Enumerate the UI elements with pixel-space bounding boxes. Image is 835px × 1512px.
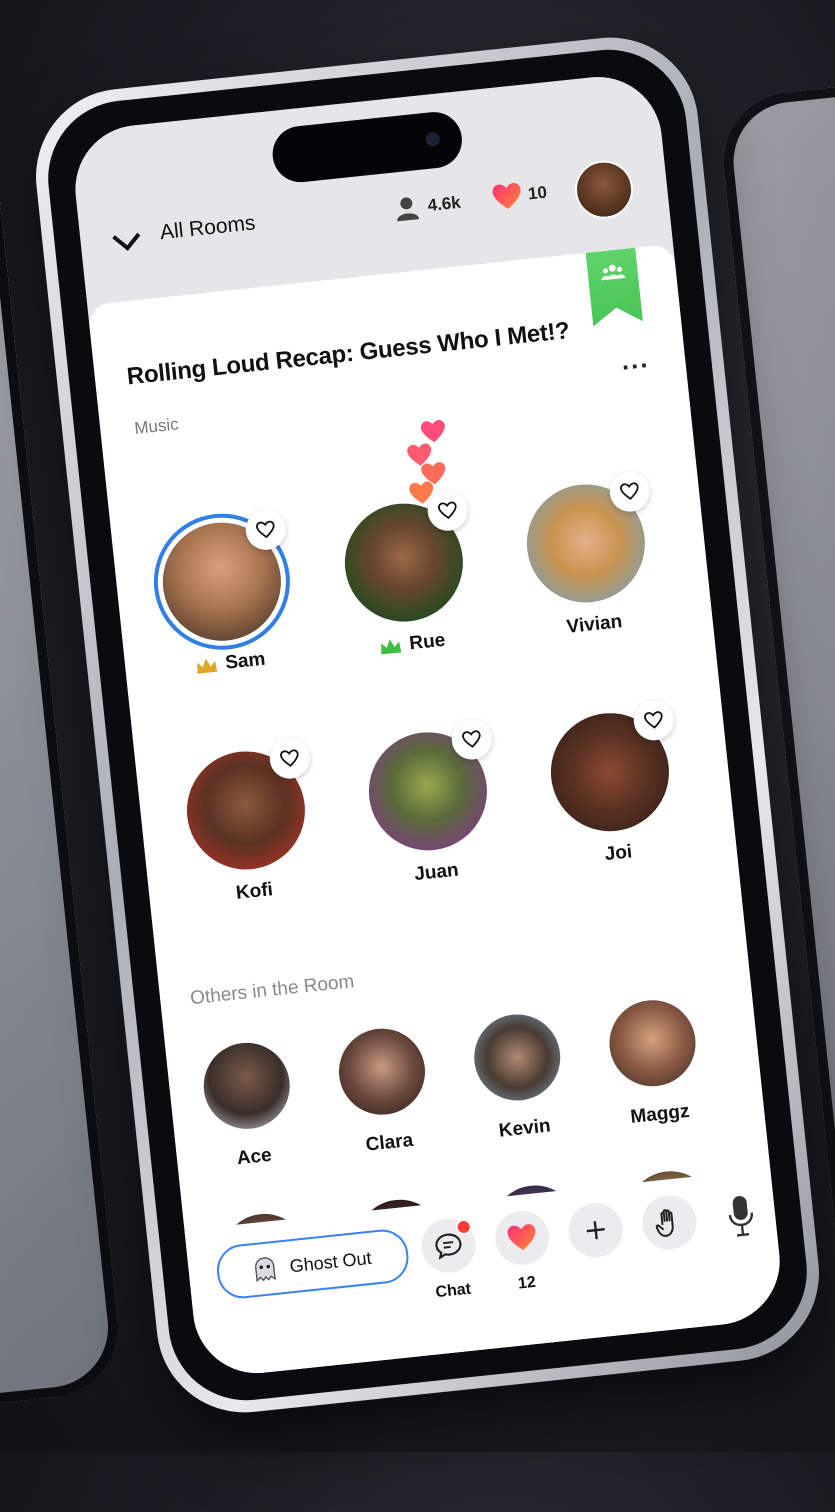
listener-clara[interactable]: Clara — [323, 1023, 446, 1160]
phone-frame: All Rooms 4.6k 10 Rolling Loud Recap: Gu… — [27, 28, 828, 1422]
chat-button[interactable] — [418, 1215, 479, 1276]
speaker-rue[interactable]: Rue — [323, 488, 488, 663]
chat-icon — [435, 1233, 462, 1260]
heart-icon — [492, 183, 521, 209]
camera-icon — [424, 131, 440, 147]
speaker-name: Kofi — [234, 879, 274, 904]
likes-value: 10 — [527, 182, 548, 204]
avatar — [521, 469, 652, 609]
raise-hand-icon — [655, 1209, 674, 1237]
others-section-label: Others in the Room — [189, 971, 356, 1010]
speaker-kofi[interactable]: Kofi — [165, 736, 330, 911]
chat-label: Chat — [434, 1280, 472, 1302]
listeners-value: 4.6k — [426, 192, 462, 216]
all-rooms-link[interactable]: All Rooms — [159, 211, 257, 245]
listener-name: Maggz — [629, 1100, 691, 1128]
speaker-name: Sam — [224, 648, 267, 674]
user-avatar[interactable] — [572, 157, 636, 222]
chevron-down-icon[interactable] — [112, 222, 141, 251]
speaker-name: Juan — [413, 859, 460, 886]
heart-outline-icon[interactable] — [267, 736, 312, 781]
raise-hand-button[interactable] — [639, 1192, 699, 1253]
heart-outline-icon[interactable] — [449, 717, 494, 762]
group-icon — [600, 263, 626, 281]
phone-bezel: All Rooms 4.6k 10 Rolling Loud Recap: Gu… — [40, 42, 815, 1408]
speaker-joi[interactable]: Joi — [529, 698, 694, 873]
avatar — [334, 1024, 430, 1119]
ghost-icon — [255, 1257, 276, 1283]
heart-outline-icon[interactable] — [607, 469, 652, 514]
listener-name: Clara — [364, 1129, 415, 1156]
listener-maggz[interactable]: Maggz — [593, 995, 716, 1132]
avatar — [339, 488, 470, 628]
avatar — [181, 736, 312, 876]
avatar — [363, 717, 494, 857]
avatar — [605, 995, 700, 1091]
more-icon[interactable]: ... — [620, 343, 651, 377]
plus-icon — [586, 1221, 605, 1240]
listener-name: Ace — [235, 1144, 273, 1170]
avatar — [199, 1038, 294, 1134]
heart-icon — [420, 419, 445, 443]
speaker-name-row: Rue — [337, 625, 488, 663]
speaker-juan[interactable]: Juan — [347, 717, 512, 892]
heart-outline-icon[interactable] — [243, 507, 288, 552]
speaker-name: Vivian — [565, 611, 624, 638]
avatar — [157, 507, 288, 647]
ghost-out-label: Ghost Out — [288, 1247, 373, 1276]
heart-outline-icon[interactable] — [631, 698, 676, 743]
mic-icon[interactable] — [724, 1192, 758, 1239]
listener-kevin[interactable]: Kevin — [458, 1009, 581, 1146]
heart-icon — [507, 1224, 536, 1250]
speaker-name: Rue — [408, 629, 447, 655]
avatar — [469, 1010, 565, 1105]
notification-dot — [454, 1218, 473, 1236]
room-category: Music — [133, 414, 180, 438]
likes-count: 10 — [491, 179, 549, 213]
ghost-out-button[interactable]: Ghost Out — [214, 1227, 412, 1301]
listeners-count: 4.6k — [393, 190, 462, 223]
room-type-bookmark — [586, 248, 643, 327]
speaker-sam[interactable]: Sam — [141, 507, 306, 682]
person-icon — [397, 197, 420, 222]
phone-screen: All Rooms 4.6k 10 Rolling Loud Recap: Gu… — [69, 70, 786, 1380]
speaker-name-row: Joi — [543, 835, 694, 873]
crown-icon — [381, 639, 402, 655]
crown-icon — [197, 658, 218, 674]
avatar — [545, 698, 676, 838]
send-heart-button[interactable] — [492, 1208, 552, 1268]
speaker-vivian[interactable]: Vivian — [505, 469, 670, 644]
speaker-name-row: Sam — [155, 644, 306, 682]
listener-name: Kevin — [497, 1115, 552, 1142]
add-button[interactable] — [566, 1200, 626, 1260]
speaker-name-row: Kofi — [179, 873, 330, 911]
speaker-name-row: Juan — [361, 854, 512, 892]
room-title: Rolling Loud Recap: Guess Who I Met!? — [125, 317, 571, 391]
speaker-name: Joi — [603, 841, 634, 866]
listener-ace[interactable]: Ace — [188, 1037, 311, 1174]
hearts-count: 12 — [517, 1273, 537, 1293]
speaker-name-row: Vivian — [519, 606, 670, 644]
